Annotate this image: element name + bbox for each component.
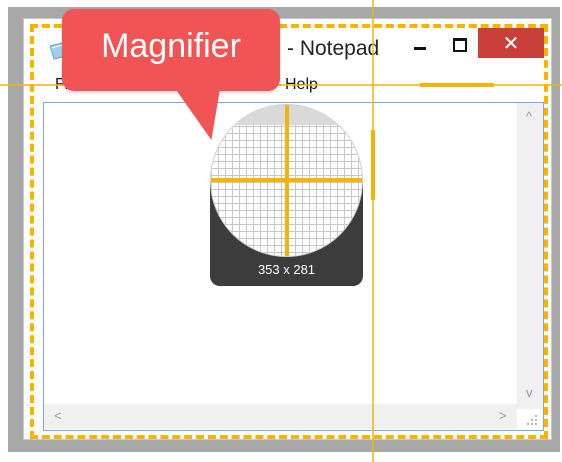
crosshair-guide-vertical (372, 0, 374, 462)
magnifier-callout: Magnifier (62, 9, 280, 91)
coordinate-readout: 353 x 281 (257, 262, 316, 277)
crosshair-guide-highlight-vertical (371, 130, 375, 200)
crosshair-guide-highlight-horizontal (420, 83, 494, 87)
callout-label: Magnifier (101, 27, 241, 65)
magnifier-lens (210, 104, 363, 257)
magnifier: 353 x 281 (210, 104, 363, 286)
lens-crosshair-vertical (285, 105, 289, 256)
